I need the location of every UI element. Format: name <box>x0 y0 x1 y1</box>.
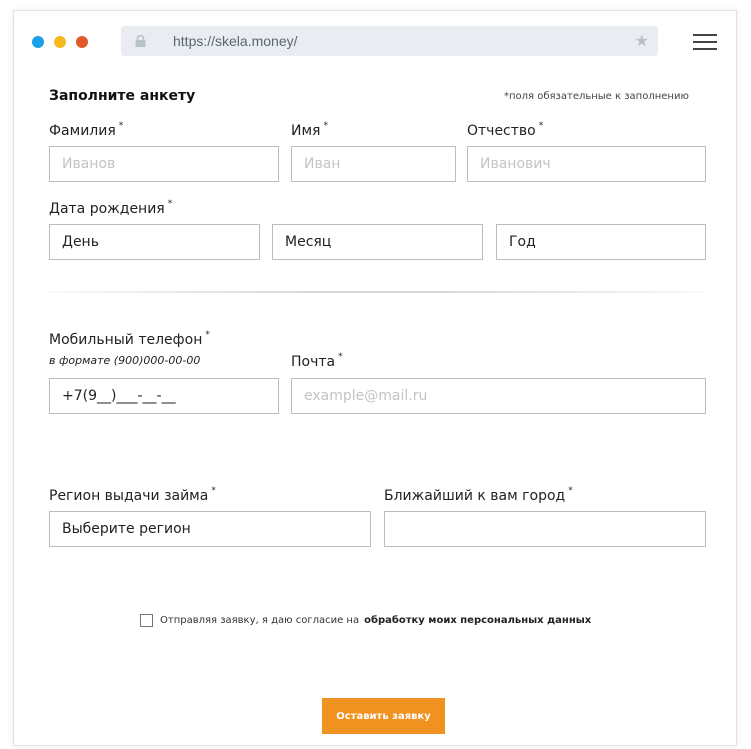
consent-checkbox[interactable] <box>140 614 153 627</box>
birth-year-select[interactable] <box>496 224 706 260</box>
star-icon[interactable]: ★ <box>635 31 649 50</box>
window-dot-blue[interactable] <box>32 36 44 48</box>
birth-month-select[interactable] <box>272 224 483 260</box>
window-dot-yellow[interactable] <box>54 36 66 48</box>
first-name-input[interactable] <box>291 146 456 182</box>
phone-format-hint: в формате (900)000-00-00 <box>49 354 201 367</box>
lock-icon <box>135 35 146 47</box>
birth-date-label: Дата рождения * <box>49 199 173 217</box>
section-divider <box>49 291 706 293</box>
last-name-label: Фамилия * <box>49 121 124 139</box>
city-input[interactable] <box>384 511 706 547</box>
city-label: Ближайший к вам город * <box>384 486 573 504</box>
personal-data-link[interactable]: обработку моих персональных данных <box>364 615 591 626</box>
url-text: https://skela.money/ <box>173 33 298 49</box>
required-note: *поля обязательные к заполнению <box>504 91 689 102</box>
first-name-label: Имя * <box>291 121 328 139</box>
birth-day-select[interactable] <box>49 224 260 260</box>
consent-text: Отправляя заявку, я даю согласие на <box>160 615 360 626</box>
last-name-input[interactable] <box>49 146 279 182</box>
region-label: Регион выдачи займа * <box>49 486 216 504</box>
consent-row: Отправляя заявку, я даю согласие на обра… <box>140 614 591 627</box>
patronymic-label: Отчество * <box>467 121 544 139</box>
form-title: Заполните анкету <box>49 88 196 104</box>
window-dot-red[interactable] <box>76 36 88 48</box>
hamburger-menu-icon[interactable] <box>693 34 717 50</box>
email-label: Почта * <box>291 352 343 370</box>
address-bar[interactable]: https://skela.money/ ★ <box>121 26 658 56</box>
phone-input[interactable] <box>49 378 279 414</box>
email-input[interactable] <box>291 378 706 414</box>
submit-button[interactable]: Оставить заявку <box>322 698 445 734</box>
patronymic-input[interactable] <box>467 146 706 182</box>
browser-window: https://skela.money/ ★ Заполните анкету … <box>13 10 737 746</box>
region-select[interactable] <box>49 511 371 547</box>
phone-label: Мобильный телефон * <box>49 330 210 348</box>
